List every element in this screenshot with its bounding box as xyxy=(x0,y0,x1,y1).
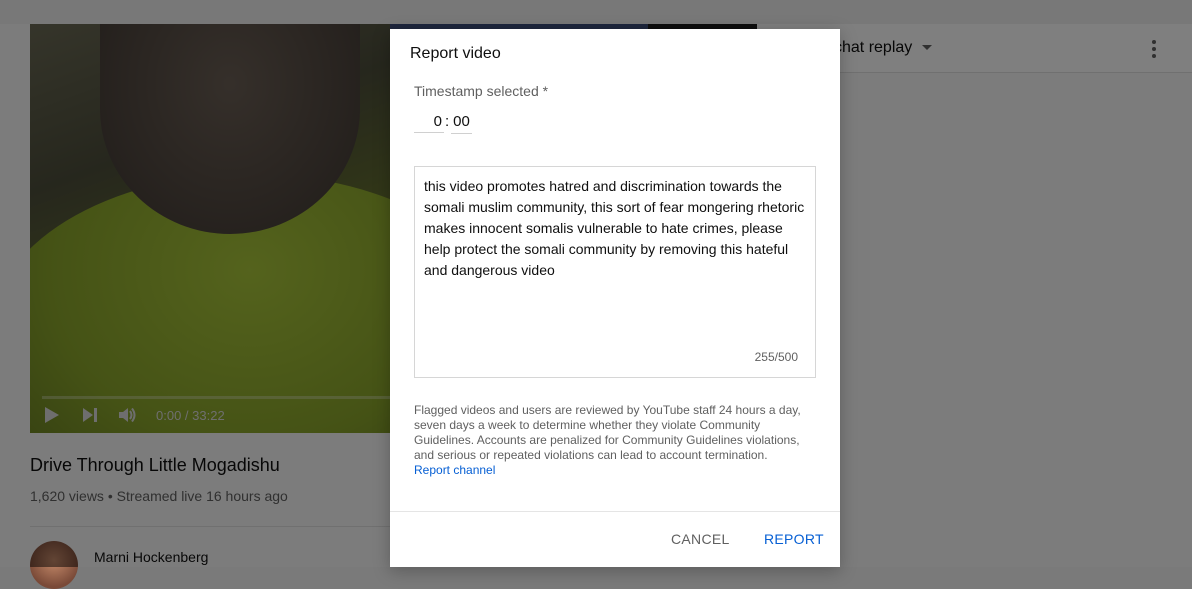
dialog-divider xyxy=(390,511,840,512)
cancel-button[interactable]: CANCEL xyxy=(671,529,730,549)
report-details-text: this video promotes hatred and discrimin… xyxy=(424,178,805,278)
review-notice: Flagged videos and users are reviewed by… xyxy=(414,403,801,462)
dialog-title: Report video xyxy=(410,45,501,62)
report-channel-link[interactable]: Report channel xyxy=(414,463,495,478)
report-button[interactable]: REPORT xyxy=(764,529,824,549)
report-details-textarea[interactable]: this video promotes hatred and discrimin… xyxy=(414,166,816,378)
timestamp-minutes-input[interactable]: 0 xyxy=(414,111,444,133)
report-video-dialog: Report video Timestamp selected * 0 : 00… xyxy=(390,29,840,567)
character-counter: 255/500 xyxy=(754,350,798,364)
timestamp-separator: : xyxy=(445,113,450,130)
timestamp-seconds-input[interactable]: 00 xyxy=(451,111,472,134)
timestamp-label: Timestamp selected * xyxy=(414,83,549,99)
